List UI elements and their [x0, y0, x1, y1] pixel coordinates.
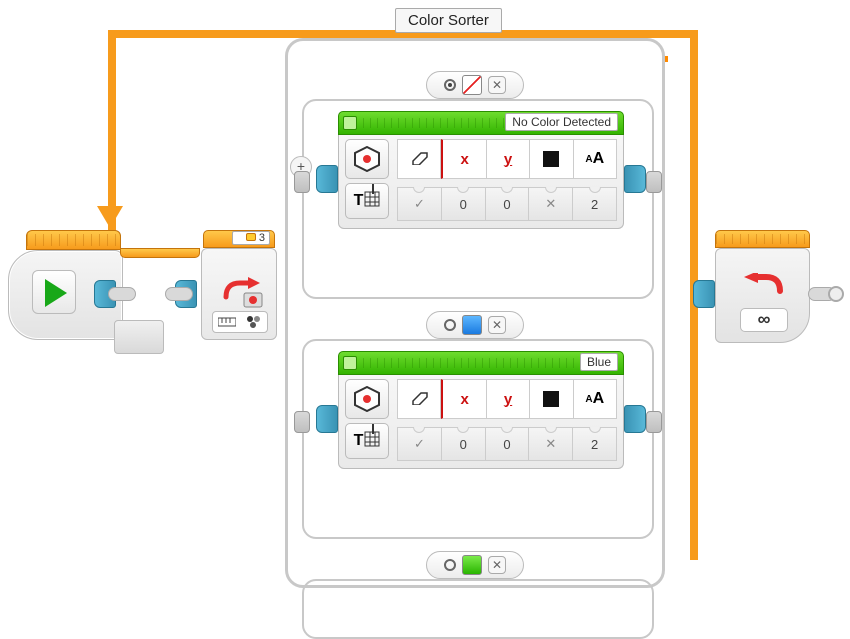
case-remove-button[interactable]: ✕	[488, 556, 506, 574]
case-radio-selected[interactable]	[444, 79, 456, 91]
display-submode-button[interactable]: T	[345, 423, 389, 459]
val-font[interactable]: 2	[573, 187, 617, 221]
display-in-plug[interactable]	[316, 165, 338, 193]
display-param-row: x y AA	[397, 379, 617, 419]
val-font[interactable]: 2	[573, 427, 617, 461]
param-x[interactable]: x	[441, 379, 486, 419]
display-out-plug[interactable]	[624, 165, 646, 193]
ruler-icon	[218, 315, 236, 330]
param-x[interactable]: x	[441, 139, 486, 179]
eraser-icon	[409, 389, 429, 410]
val-erase[interactable]: ✓	[397, 427, 442, 461]
case-frame-nocolor: + No Color Detected	[302, 99, 654, 299]
display-value-row: ✓ 0 0 ✕ 2	[397, 427, 617, 461]
color-dots-icon	[245, 314, 263, 331]
display-pin-icon	[343, 116, 357, 130]
loop-end-header	[715, 230, 810, 248]
val-erase[interactable]: ✓	[397, 187, 442, 221]
val-x[interactable]: 0	[442, 187, 486, 221]
val-color[interactable]: ✕	[529, 427, 573, 461]
display-title-field[interactable]: No Color Detected	[505, 113, 618, 131]
case-remove-button[interactable]: ✕	[488, 316, 506, 334]
switch-port[interactable]: 3	[232, 231, 270, 245]
case-swatch-blue[interactable]	[462, 315, 482, 335]
display-out-plug[interactable]	[624, 405, 646, 433]
display-block-nocolor[interactable]: No Color Detected T	[338, 111, 624, 231]
param-color[interactable]	[530, 139, 573, 179]
switch-block[interactable]: 3	[195, 230, 283, 345]
target-icon	[354, 386, 380, 412]
val-x[interactable]: 0	[442, 427, 486, 461]
case-radio[interactable]	[444, 559, 456, 571]
param-font[interactable]: AA	[574, 379, 617, 419]
case-out-plug[interactable]	[646, 411, 662, 433]
case-header-green[interactable]: ✕	[426, 551, 524, 579]
program-canvas[interactable]: Color Sorter 3	[0, 0, 850, 591]
port-icon	[246, 233, 256, 241]
display-block-blue[interactable]: Blue T	[338, 351, 624, 471]
loop-exit-plug[interactable]	[828, 286, 844, 302]
case-remove-button[interactable]: ✕	[488, 76, 506, 94]
param-y[interactable]: y	[487, 139, 530, 179]
play-button[interactable]	[32, 270, 76, 314]
case-out-plug[interactable]	[646, 171, 662, 193]
display-value-row: ✓ 0 0 ✕ 2	[397, 187, 617, 221]
param-erase[interactable]	[397, 379, 441, 419]
case-radio[interactable]	[444, 319, 456, 331]
eraser-icon	[409, 149, 429, 170]
display-pin-icon	[343, 356, 357, 370]
case-header-blue[interactable]: ✕	[426, 311, 524, 339]
loop-end-block[interactable]: ∞	[715, 230, 810, 345]
case-frame-blue: Blue T	[302, 339, 654, 539]
program-title[interactable]: Color Sorter	[395, 8, 502, 33]
case-header-nocolor[interactable]: ✕	[426, 71, 524, 99]
val-color[interactable]: ✕	[529, 187, 573, 221]
display-mode-button[interactable]	[345, 379, 389, 419]
start-header	[26, 230, 121, 250]
val-y[interactable]: 0	[486, 427, 530, 461]
target-icon	[354, 146, 380, 172]
case-frame-green	[302, 579, 654, 639]
val-y[interactable]: 0	[486, 187, 530, 221]
display-param-row: x y AA	[397, 139, 617, 179]
case-swatch-nocolor[interactable]	[462, 75, 482, 95]
text-icon: T	[354, 192, 364, 210]
display-submode-button[interactable]: T	[345, 183, 389, 219]
case-in-plug[interactable]	[294, 171, 310, 193]
param-color[interactable]	[530, 379, 573, 419]
param-font[interactable]: AA	[574, 139, 617, 179]
display-in-plug[interactable]	[316, 405, 338, 433]
loop-back-icon	[744, 273, 786, 307]
switch-container: ✕ + No Color Detected	[285, 38, 665, 588]
param-y[interactable]: y	[487, 379, 530, 419]
switch-body	[201, 248, 277, 340]
play-icon	[45, 279, 67, 307]
case-swatch-green[interactable]	[462, 555, 482, 575]
param-erase[interactable]	[397, 139, 441, 179]
case-in-plug[interactable]	[294, 411, 310, 433]
display-title-field[interactable]: Blue	[580, 353, 618, 371]
loop-mode-button[interactable]: ∞	[740, 308, 788, 332]
display-mode-button[interactable]	[345, 139, 389, 179]
switch-header: 3	[203, 230, 275, 248]
start-block[interactable]	[8, 230, 133, 345]
start-foot	[114, 320, 164, 354]
text-icon: T	[354, 432, 364, 450]
switch-mode[interactable]	[212, 311, 268, 333]
loop-in-plug[interactable]	[693, 280, 715, 308]
